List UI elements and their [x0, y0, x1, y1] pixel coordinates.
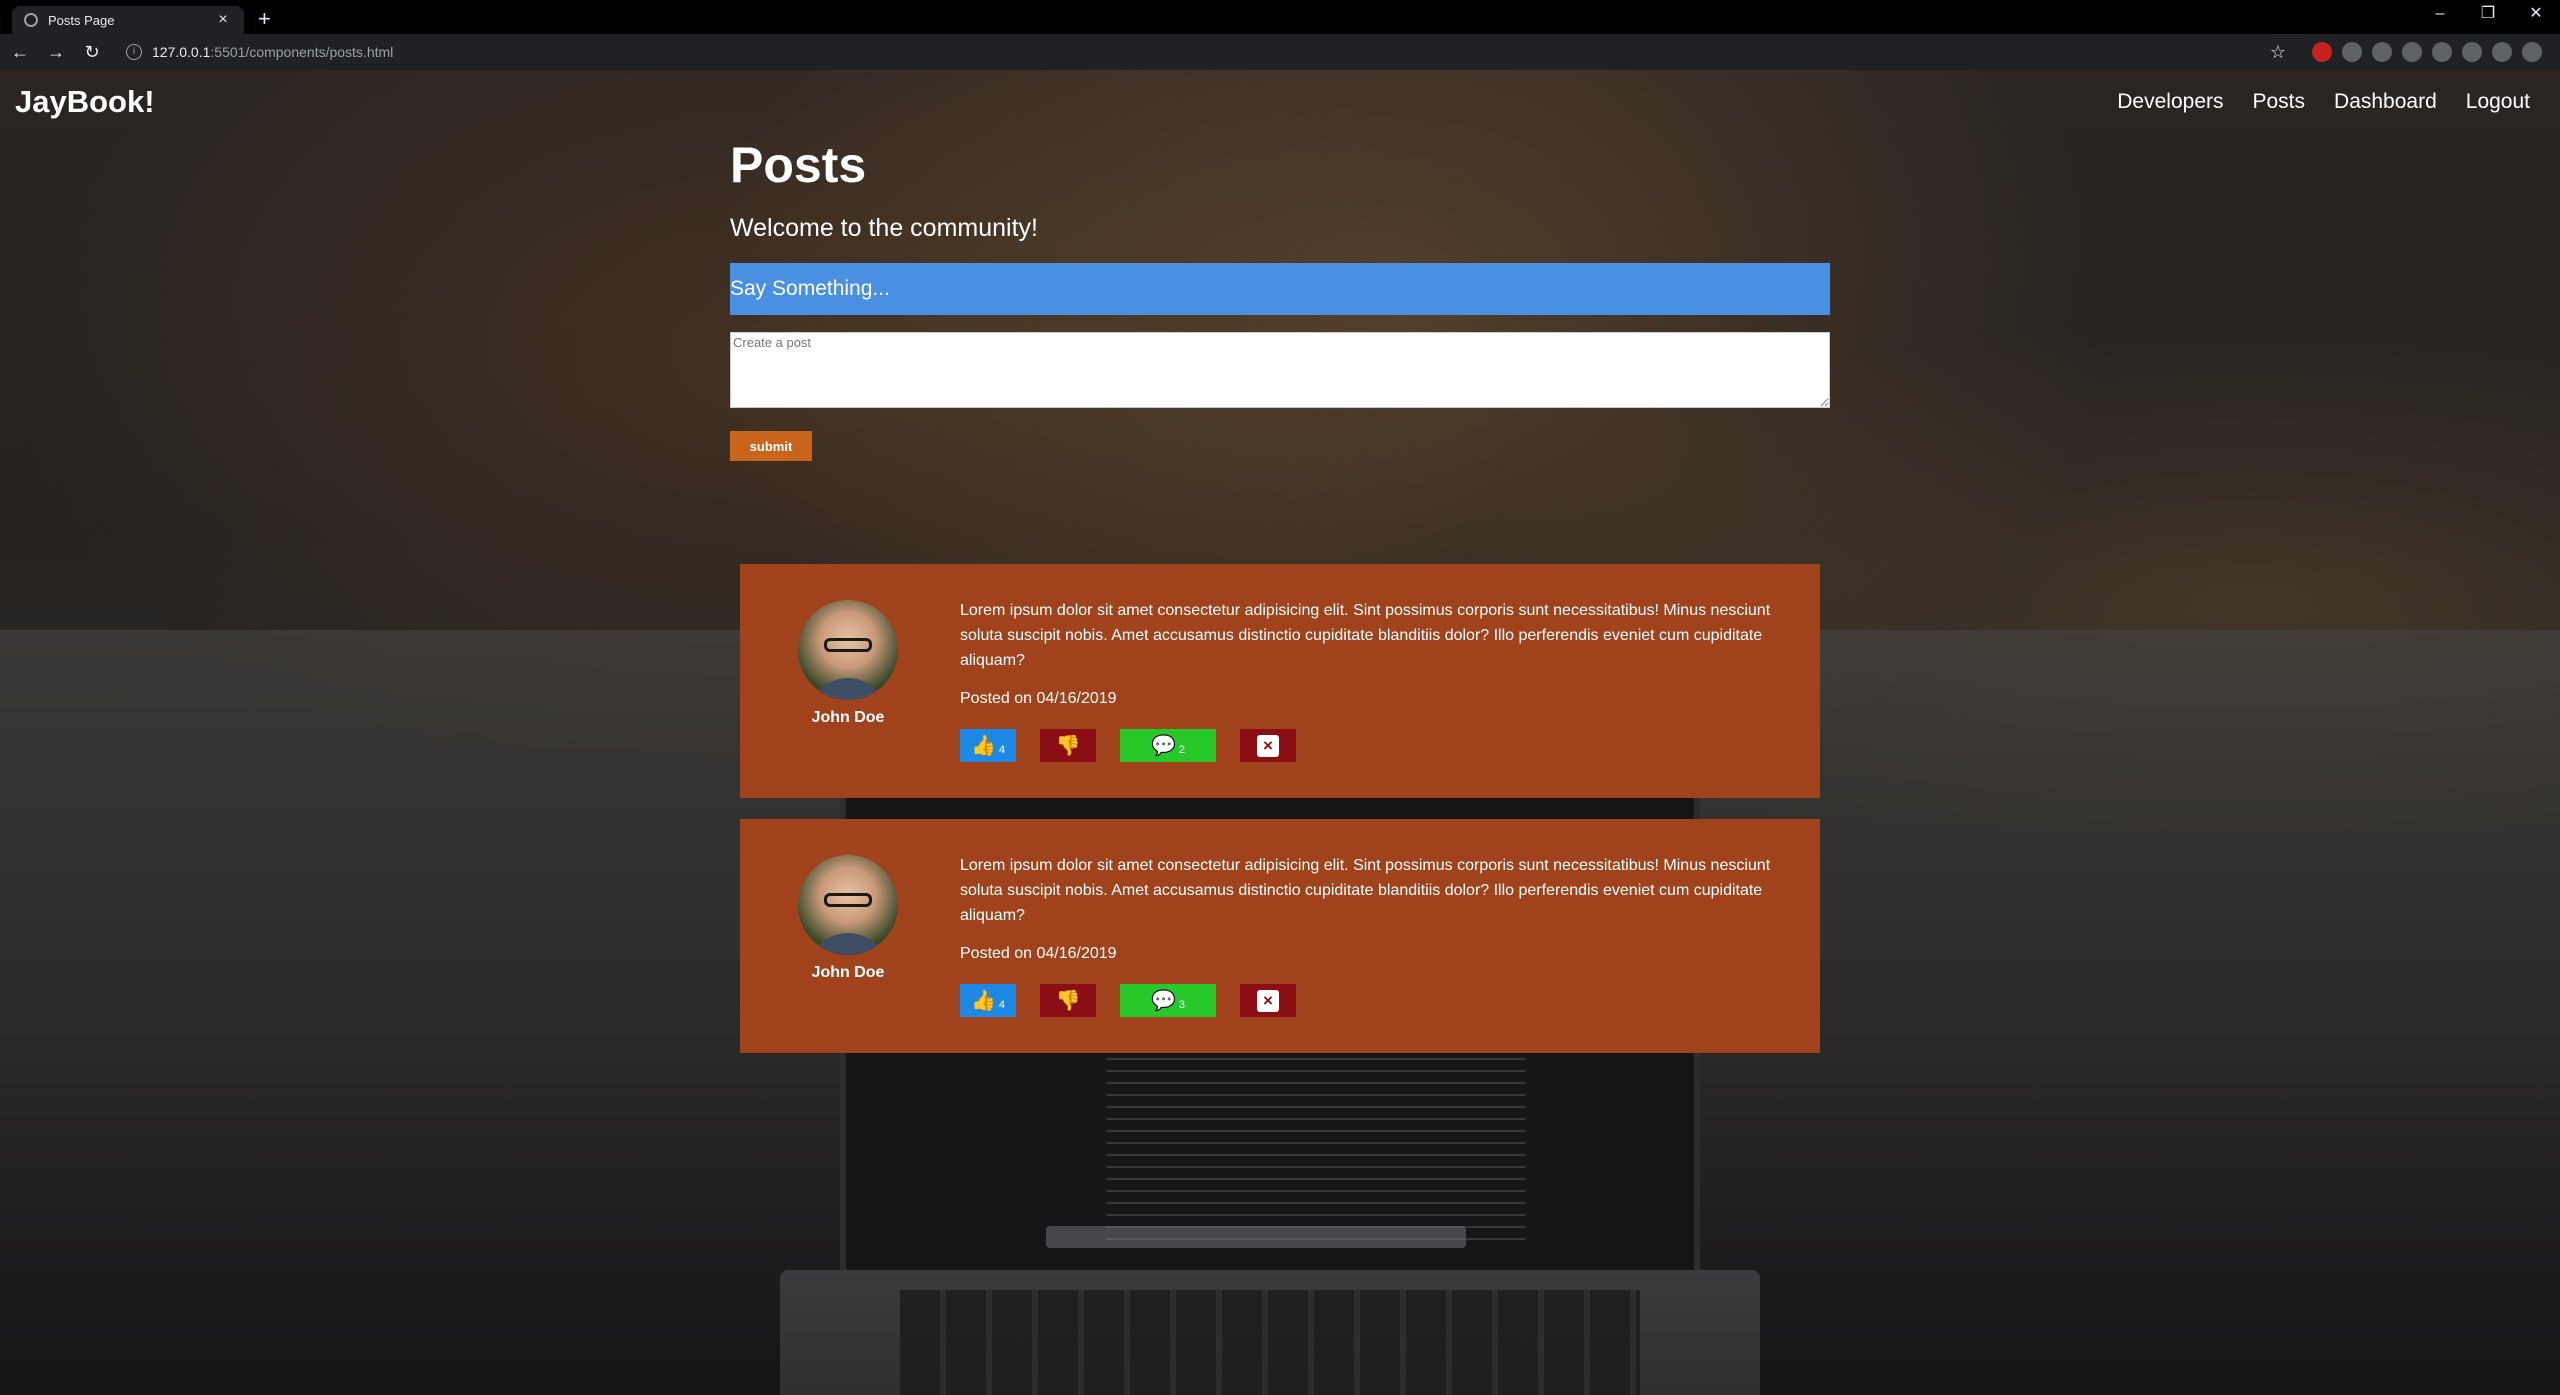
- post-text: Lorem ipsum dolor sit amet consectetur a…: [960, 857, 1771, 924]
- comments-button[interactable]: 💬 2: [1120, 729, 1216, 762]
- globe-icon: [24, 13, 38, 27]
- post-form-section: Posts Welcome to the community! Say Some…: [730, 130, 1830, 461]
- reload-icon[interactable]: ↻: [76, 42, 108, 63]
- nav-dashboard[interactable]: Dashboard: [2334, 90, 2437, 114]
- browser-tab[interactable]: Posts Page ×: [12, 6, 244, 34]
- extension-icon[interactable]: [2402, 42, 2422, 62]
- thumbs-down-icon: 👎: [1055, 735, 1081, 757]
- extension-icon[interactable]: [2312, 42, 2332, 62]
- comments-button[interactable]: 💬 3: [1120, 984, 1216, 1017]
- post-author[interactable]: John Doe: [798, 964, 898, 982]
- avatar-glasses: [824, 638, 872, 652]
- nav-logout[interactable]: Logout: [2466, 90, 2530, 114]
- tab-close-icon[interactable]: ×: [214, 11, 232, 29]
- browser-toolbar: ← → ↻ i 127.0.0.1 :5501/components/posts…: [0, 34, 2560, 70]
- url-path: :5501/components/posts.html: [210, 44, 394, 60]
- avatar-shirt: [808, 678, 888, 700]
- site-brand[interactable]: JayBook!: [15, 84, 155, 120]
- browser-tab-strip: Posts Page × + – ❐ ✕: [0, 0, 2560, 34]
- extension-icon[interactable]: [2342, 42, 2362, 62]
- tab-title: Posts Page: [48, 12, 115, 28]
- thumbs-up-icon: 👍: [970, 990, 996, 1012]
- background-keyboard: [900, 1290, 1640, 1395]
- post-card: John Doe Lorem ipsum dolor sit amet cons…: [740, 564, 1820, 798]
- nav-posts[interactable]: Posts: [2253, 90, 2306, 114]
- thumbs-up-icon: 👍: [970, 735, 996, 757]
- delete-post-button[interactable]: ×: [1240, 984, 1296, 1017]
- comment-count: 2: [1178, 743, 1186, 756]
- submit-button[interactable]: submit: [730, 431, 812, 461]
- address-bar[interactable]: i 127.0.0.1 :5501/components/posts.html …: [116, 38, 2296, 66]
- post-actions: 👍 4 👎 💬 2 ×: [960, 729, 1320, 762]
- post-text: Lorem ipsum dolor sit amet consectetur a…: [960, 602, 1771, 669]
- puzzle-icon[interactable]: [2462, 42, 2482, 62]
- page-title: Posts: [730, 137, 867, 193]
- close-icon: ×: [1257, 989, 1279, 1012]
- avatar[interactable]: [798, 600, 898, 700]
- comment-count: 3: [1178, 998, 1186, 1011]
- post-card: John Doe Lorem ipsum dolor sit amet cons…: [740, 819, 1820, 1053]
- site-nav: Developers Posts Dashboard Logout: [2117, 90, 2530, 114]
- post-date: Posted on 04/16/2019: [960, 945, 1117, 962]
- restore-button[interactable]: ❐: [2464, 0, 2512, 30]
- post-date: Posted on 04/16/2019: [960, 690, 1117, 707]
- like-button[interactable]: 👍 4: [960, 984, 1016, 1017]
- avatar-glasses: [824, 893, 872, 907]
- extensions-area: [2312, 42, 2542, 62]
- url-host: 127.0.0.1: [152, 44, 211, 60]
- extension-icon[interactable]: [2372, 42, 2392, 62]
- dislike-button[interactable]: 👎: [1040, 984, 1096, 1017]
- comments-icon: 💬: [1150, 735, 1176, 757]
- forward-icon[interactable]: →: [40, 42, 72, 63]
- like-count: 4: [998, 998, 1006, 1011]
- nav-developers[interactable]: Developers: [2117, 90, 2223, 114]
- thumbs-down-icon: 👎: [1055, 990, 1081, 1012]
- avatar-shirt: [808, 933, 888, 955]
- posts-list: John Doe Lorem ipsum dolor sit amet cons…: [740, 564, 1820, 1074]
- like-count: 4: [998, 743, 1006, 756]
- background-code: [1106, 1046, 1526, 1246]
- post-actions: 👍 4 👎 💬 3 ×: [960, 984, 1320, 1017]
- say-something-bar: Say Something...: [730, 263, 1830, 315]
- comments-icon: 💬: [1150, 990, 1176, 1012]
- minimize-button[interactable]: –: [2416, 0, 2464, 30]
- create-post-textarea[interactable]: [730, 332, 1830, 408]
- new-tab-button[interactable]: +: [258, 6, 271, 34]
- more-menu-icon[interactable]: [2522, 42, 2542, 62]
- like-button[interactable]: 👍 4: [960, 729, 1016, 762]
- extension-icon[interactable]: [2432, 42, 2452, 62]
- avatar[interactable]: [798, 855, 898, 955]
- site-info-icon[interactable]: i: [126, 44, 142, 60]
- background-dock: [1046, 1226, 1466, 1248]
- post-author[interactable]: John Doe: [798, 709, 898, 727]
- background-laptop-base: [780, 1270, 1760, 1395]
- close-icon: ×: [1257, 734, 1279, 757]
- dislike-button[interactable]: 👎: [1040, 729, 1096, 762]
- delete-post-button[interactable]: ×: [1240, 729, 1296, 762]
- window-controls: – ❐ ✕: [2416, 0, 2560, 30]
- profile-icon[interactable]: [2492, 42, 2512, 62]
- page-viewport: JayBook! Developers Posts Dashboard Logo…: [0, 70, 2560, 1395]
- back-icon[interactable]: ←: [4, 42, 36, 63]
- bookmark-star-icon[interactable]: ☆: [2270, 42, 2286, 63]
- page-lead: Welcome to the community!: [730, 214, 1038, 242]
- window-close-button[interactable]: ✕: [2512, 0, 2560, 30]
